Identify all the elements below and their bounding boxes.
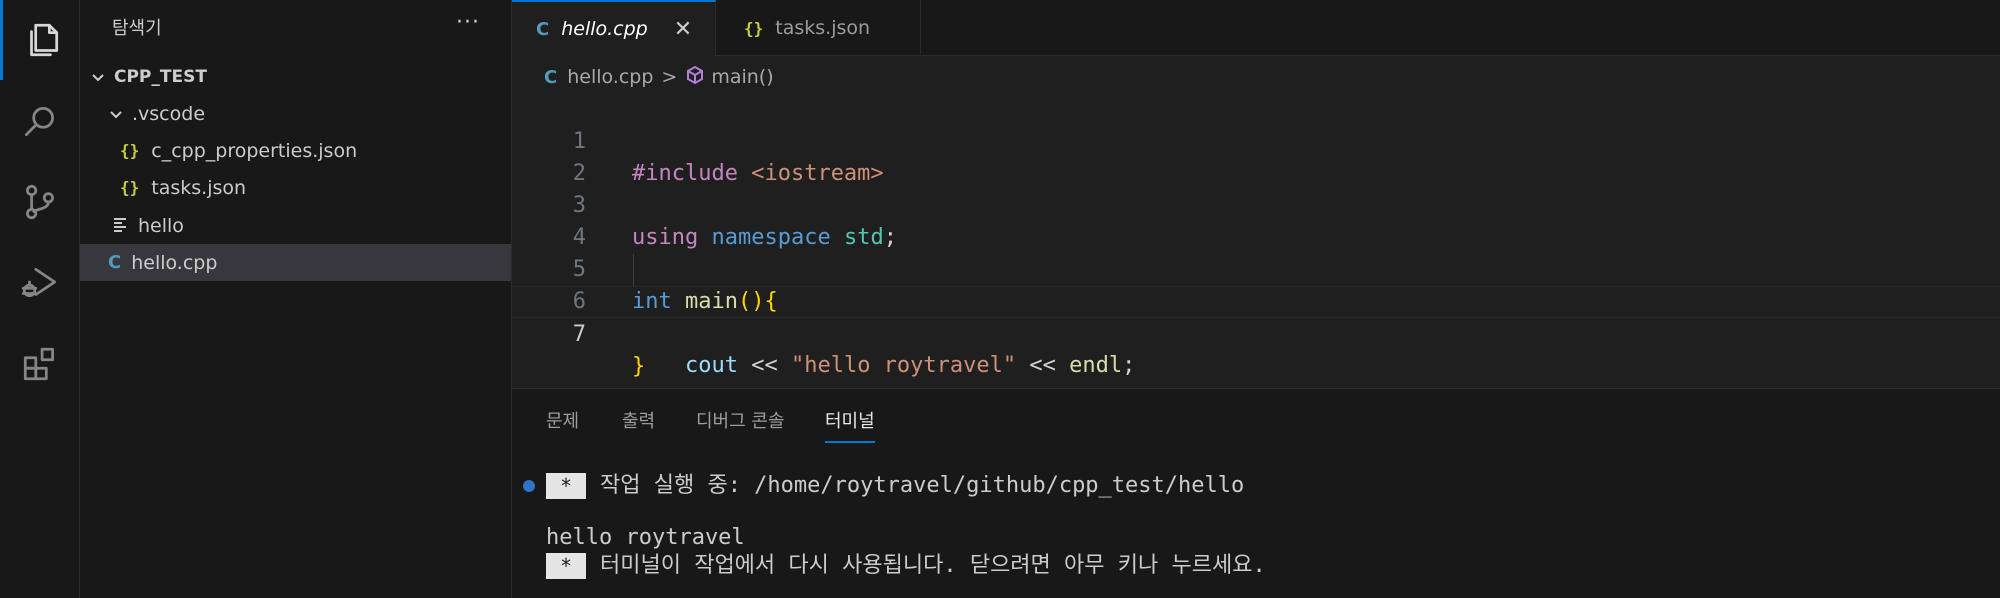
tree-file-c-cpp-properties[interactable]: {} c_cpp_properties.json — [80, 132, 511, 169]
editor-area: C hello.cpp ✕ {} tasks.json C hello.cpp … — [512, 0, 2000, 388]
tree-file-hello[interactable]: hello — [80, 207, 511, 244]
tab-label: tasks.json — [775, 17, 871, 39]
code-line: 3 using namespace std; — [512, 158, 2000, 250]
json-file-icon: {} — [120, 178, 140, 197]
code-line: 6 cout << "hello roytravel" << endl; — [512, 254, 2000, 378]
text-file-icon — [112, 215, 128, 237]
source-control-icon[interactable] — [0, 162, 80, 242]
tab-output[interactable]: 출력 — [622, 407, 655, 443]
cpp-file-icon: C — [536, 18, 550, 40]
tree-file-tasks-json[interactable]: {} tasks.json — [80, 169, 511, 206]
breadcrumb-symbol[interactable]: main() — [711, 66, 773, 88]
terminal-reuse-line: * 터미널이 작업에서 다시 사용됩니다. 닫으려면 아무 키나 누르세요. — [546, 551, 1266, 581]
code-line: 5 int main(){ — [512, 222, 2000, 314]
more-actions-icon[interactable]: ··· — [456, 10, 480, 35]
extensions-icon[interactable] — [0, 324, 80, 404]
chevron-down-icon — [88, 67, 108, 87]
terminal-task-line: * 작업 실행 중: /home/roytravel/github/cpp_te… — [546, 471, 1244, 501]
method-symbol-icon — [685, 65, 705, 90]
tree-folder-vscode[interactable]: .vscode — [80, 95, 511, 132]
sidebar-title: 탐색기 — [112, 18, 162, 39]
terminal-output-line: hello roytravel — [546, 523, 745, 553]
explorer-icon[interactable] — [0, 0, 80, 80]
tab-hello-cpp[interactable]: C hello.cpp ✕ — [512, 0, 716, 56]
run-debug-icon[interactable] — [0, 242, 80, 322]
cpp-file-icon: C — [544, 66, 558, 88]
tree-label: hello — [138, 214, 184, 237]
breadcrumb-separator: > — [661, 66, 678, 88]
task-badge: * — [546, 553, 586, 579]
reuse-line-text: 터미널이 작업에서 다시 사용됩니다. 닫으려면 아무 키나 누르세요. — [600, 553, 1266, 578]
code-text: } — [632, 354, 646, 379]
code-line: 4 — [512, 190, 2000, 250]
breadcrumb-file[interactable]: hello.cpp — [567, 66, 653, 88]
task-line-text: 작업 실행 중: /home/roytravel/github/cpp_test… — [600, 473, 1245, 498]
output-text: hello roytravel — [546, 525, 745, 550]
task-badge: * — [546, 473, 586, 499]
cpp-file-icon: C — [108, 252, 122, 273]
tree-file-hello-cpp[interactable]: C hello.cpp — [80, 244, 511, 281]
tree-label: c_cpp_properties.json — [151, 139, 358, 162]
code-line: 2 — [512, 126, 2000, 186]
code-line: 1 #include <iostream> — [512, 94, 2000, 186]
tab-label: hello.cpp — [561, 18, 648, 40]
tree-label: CPP_TEST — [114, 66, 207, 87]
explorer-sidebar: 탐색기 ··· CPP_TEST .vscode {} c_cpp_proper… — [80, 0, 512, 598]
tab-debug-console[interactable]: 디버그 콘솔 — [696, 407, 785, 443]
json-file-icon: {} — [120, 141, 140, 160]
close-icon[interactable]: ✕ — [674, 17, 692, 42]
code-editor[interactable]: 1 #include <iostream> 2 3 using namespac… — [512, 94, 2000, 379]
tree-label: .vscode — [132, 102, 206, 125]
task-status-dot — [523, 480, 535, 492]
code-line-current: 7 } — [512, 286, 2000, 379]
tab-problems[interactable]: 문제 — [546, 407, 579, 443]
activity-bar — [0, 0, 80, 598]
sidebar-header: 탐색기 ··· — [80, 0, 512, 56]
tab-tasks-json[interactable]: {} tasks.json — [716, 0, 921, 56]
tab-terminal[interactable]: 터미널 — [825, 407, 875, 443]
tree-root-cpp-test[interactable]: CPP_TEST — [80, 58, 511, 95]
search-icon[interactable] — [0, 82, 80, 162]
code-text: cout << "hello roytravel" << endl; — [684, 353, 1136, 378]
line-number: 7 — [572, 322, 586, 347]
breadcrumb: C hello.cpp > main() — [544, 62, 774, 92]
tree-label: hello.cpp — [131, 251, 218, 274]
json-file-icon: {} — [744, 18, 764, 38]
tab-bar: C hello.cpp ✕ {} tasks.json — [512, 0, 2000, 56]
tree-label: tasks.json — [151, 176, 247, 199]
indent-guide — [633, 254, 634, 286]
bottom-panel: 문제 출력 디버그 콘솔 터미널 * 작업 실행 중: /home/roytra… — [512, 388, 2000, 598]
chevron-down-icon — [106, 104, 126, 124]
